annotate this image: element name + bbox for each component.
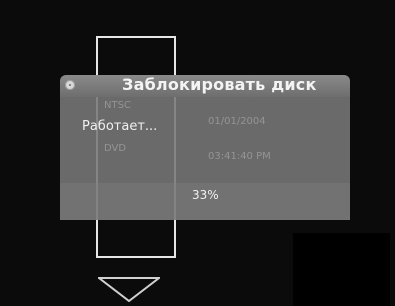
lock-disc-dialog: Заблокировать диск NTSC 01/01/2004 DVD 0… bbox=[60, 75, 350, 220]
info-time: 03:41:40 PM bbox=[208, 151, 271, 162]
info-format: NTSC bbox=[104, 100, 131, 111]
progress-percent: 33% bbox=[192, 188, 219, 202]
screen: Заблокировать диск NTSC 01/01/2004 DVD 0… bbox=[0, 0, 395, 306]
info-date: 01/01/2004 bbox=[208, 116, 266, 127]
dialog-title: Заблокировать диск bbox=[122, 75, 317, 94]
dialog-header: Заблокировать диск bbox=[60, 75, 350, 97]
black-square bbox=[293, 233, 390, 306]
down-arrow-icon[interactable] bbox=[98, 276, 160, 304]
info-media: DVD bbox=[104, 143, 127, 154]
status-text: Работает... bbox=[82, 119, 158, 134]
disc-icon bbox=[65, 80, 75, 90]
